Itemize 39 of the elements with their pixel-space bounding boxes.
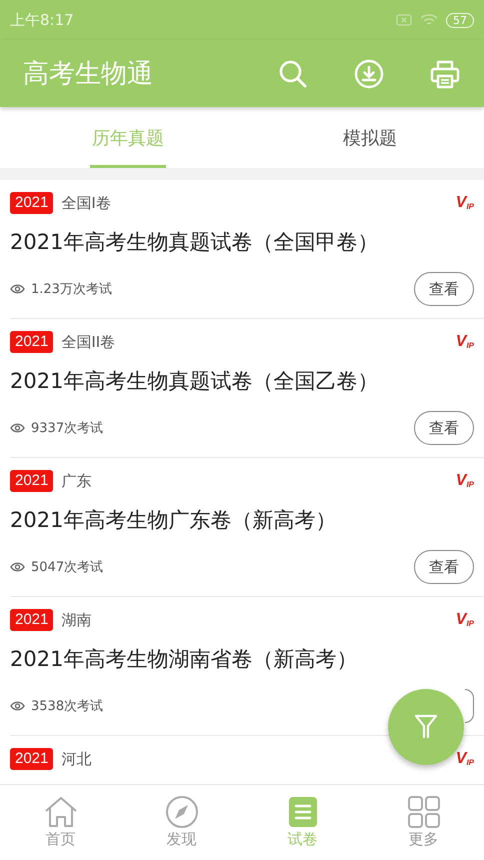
view-button[interactable]: 查看 (414, 272, 474, 306)
paper-region: 湖南 (61, 610, 92, 630)
compass-icon (164, 796, 198, 828)
year-tag: 2021 (10, 192, 54, 214)
wifi-icon (420, 14, 438, 26)
paper-title: 2021年高考生物湖南省卷（新高考） (10, 646, 358, 673)
filter-icon (414, 714, 438, 740)
eye-icon (10, 701, 25, 711)
tab[interactable]: 模拟题 (256, 107, 484, 168)
eye-icon (10, 284, 25, 294)
view-button[interactable]: 查看 (414, 411, 474, 445)
paper-region: 河北 (61, 750, 92, 768)
paper-region: 全国II卷 (61, 332, 116, 352)
search-icon[interactable] (278, 58, 308, 88)
year-tag: 2021 (10, 331, 54, 353)
grid-icon (406, 796, 440, 828)
status-time: 上午8:17 (10, 10, 74, 30)
eye-icon (10, 562, 25, 572)
year-tag: 2021 (10, 470, 54, 492)
year-tag: 2021 (10, 748, 54, 770)
exam-count: 3538次考试 (31, 698, 104, 715)
paper-region: 广东 (61, 472, 92, 490)
download-icon[interactable] (354, 58, 384, 88)
paper-title: 2021年高考生物广东卷（新高考） (10, 507, 338, 534)
house-icon (44, 796, 78, 828)
eye-icon (10, 423, 25, 433)
paper-region: 全国I卷 (61, 194, 112, 212)
app-title: 高考生物通 (23, 58, 154, 91)
view-button[interactable]: 查看 (414, 550, 474, 584)
sim-icon (396, 14, 412, 26)
year-tag: 2021 (10, 609, 54, 631)
view-button[interactable] (465, 689, 474, 723)
exam-count: 9337次考试 (31, 420, 104, 437)
printer-icon[interactable] (430, 58, 460, 88)
exam-count: 1.23万次考试 (31, 281, 113, 298)
battery-level: 57 (446, 12, 474, 28)
paper-title: 2021年高考生物真题试卷（全国乙卷） (10, 368, 380, 395)
paper-title: 2021年高考生物真题试卷（全国甲卷） (10, 229, 380, 256)
exam-count: 5047次考试 (31, 559, 104, 576)
